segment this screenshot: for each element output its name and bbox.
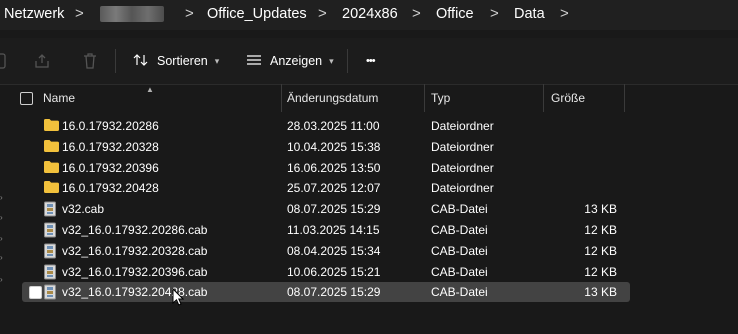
file-name: 16.0.17932.20428 (62, 181, 159, 196)
column-header: ▲ Name Änderungsdatum Typ Größe (0, 84, 738, 112)
file-row[interactable]: 16.0.17932.20428 25.07.2025 12:07 Dateiord… (22, 178, 630, 198)
folder-icon (43, 118, 60, 135)
column-divider[interactable] (281, 84, 282, 112)
file-type: CAB-Datei (431, 285, 488, 300)
breadcrumb-office-updates[interactable]: Office_Updates (207, 6, 307, 22)
file-name: v32_16.0.17932.20396.cab (62, 264, 208, 279)
file-type: Dateiordner (431, 139, 494, 154)
file-row[interactable]: 16.0.17932.20328 10.04.2025 15:38 Dateiord… (22, 137, 630, 157)
chevron-right-icon[interactable]: > (490, 5, 499, 22)
file-name: v32.cab (62, 202, 105, 217)
view-icon (246, 54, 262, 69)
nav-expand-icon[interactable]: › (0, 234, 4, 243)
file-size: 12 KB (584, 243, 617, 258)
view-button[interactable]: Anzeigen ▾ (246, 38, 334, 84)
chevron-right-icon[interactable]: > (75, 5, 84, 22)
column-type[interactable]: Typ (431, 91, 450, 105)
rename-icon[interactable] (0, 52, 8, 73)
file-name: v32_16.0.17932.20328.cab (62, 243, 208, 258)
file-row[interactable]: 16.0.17932.20286 28.03.2025 11:00 Dateiord… (22, 116, 630, 136)
delete-icon[interactable] (81, 52, 99, 73)
file-date: 28.03.2025 11:00 (287, 119, 380, 133)
address-bar: Netzwerk > > Office_Updates > 2024x86 > … (0, 0, 738, 30)
mouse-cursor-icon (172, 287, 185, 310)
select-all-checkbox[interactable] (20, 92, 33, 105)
file-type: CAB-Datei (431, 202, 488, 217)
file-row[interactable]: v32_16.0.17932.20396.cab 10.06.2025 15:21… (22, 262, 630, 282)
nav-expand-icon[interactable]: › (0, 193, 4, 202)
breadcrumb-office[interactable]: Office (436, 6, 474, 22)
file-date: 08.07.2025 15:29 (287, 202, 381, 217)
column-divider[interactable] (624, 84, 625, 112)
more-options-button[interactable]: ••• (366, 38, 376, 84)
chevron-down-icon: ▾ (329, 55, 334, 66)
file-size: 12 KB (584, 264, 617, 279)
command-bar: Sortieren ▾ Anzeigen ▾ ••• (0, 38, 738, 85)
column-size[interactable]: Größe (551, 91, 585, 105)
toolbar-divider (347, 49, 348, 73)
file-name: 16.0.17932.20286 (62, 119, 159, 133)
cab-file-icon (43, 243, 57, 262)
chevron-right-icon[interactable]: > (318, 5, 327, 22)
folder-icon (43, 160, 60, 177)
nav-expand-icon[interactable]: › (0, 275, 4, 284)
file-date: 11.03.2025 14:15 (287, 223, 380, 237)
file-size: 13 KB (584, 202, 617, 217)
column-divider[interactable] (543, 84, 544, 112)
file-type: Dateiordner (431, 160, 494, 175)
view-label: Anzeigen (270, 54, 323, 68)
file-date: 08.04.2025 15:34 (287, 243, 381, 258)
file-size: 12 KB (584, 223, 617, 237)
toolbar-divider (115, 49, 116, 73)
file-date: 16.06.2025 13:50 (287, 160, 381, 175)
sort-label: Sortieren (157, 54, 208, 68)
file-date: 08.07.2025 15:29 (287, 285, 381, 300)
cab-file-icon (43, 264, 57, 283)
breadcrumb-netzwerk[interactable]: Netzwerk (4, 6, 64, 22)
column-divider[interactable] (424, 84, 425, 112)
cab-file-icon (43, 284, 57, 303)
cab-file-icon (43, 222, 57, 241)
file-row[interactable]: 16.0.17932.20396 16.06.2025 13:50 Dateiord… (22, 158, 630, 178)
nav-expand-icon[interactable]: › (0, 253, 4, 262)
file-type: Dateiordner (431, 119, 494, 133)
column-name[interactable]: Name (43, 91, 75, 105)
chevron-right-icon[interactable]: > (412, 5, 421, 22)
folder-icon (43, 180, 60, 197)
file-type: CAB-Datei (431, 243, 488, 258)
file-row[interactable]: v32.cab 08.07.2025 15:29 CAB-Datei 13 KB (22, 199, 630, 219)
file-name: 16.0.17932.20396 (62, 160, 159, 175)
share-icon[interactable] (33, 52, 51, 73)
file-date: 10.06.2025 15:21 (287, 264, 381, 279)
redacted-server-name[interactable] (100, 6, 164, 22)
sort-icon (133, 53, 149, 70)
file-size: 13 KB (584, 285, 617, 300)
breadcrumb-2024x86[interactable]: 2024x86 (342, 6, 398, 22)
file-row[interactable]: v32_16.0.17932.20328.cab 08.04.2025 15:34… (22, 241, 630, 261)
file-name: v32_16.0.17932.20286.cab (62, 223, 208, 237)
chevron-right-icon[interactable]: > (185, 5, 194, 22)
nav-expand-icon[interactable]: › (0, 213, 4, 222)
file-row[interactable]: v32_16.0.17932.20286.cab 11.03.2025 14:15… (22, 220, 630, 240)
column-date[interactable]: Änderungsdatum (287, 91, 378, 105)
file-date: 10.04.2025 15:38 (287, 139, 381, 154)
file-type: CAB-Datei (431, 264, 488, 279)
chevron-down-icon: ▾ (214, 55, 220, 66)
breadcrumb-data[interactable]: Data (514, 6, 545, 22)
file-name: v32_16.0.17932.20428.cab (62, 285, 208, 300)
sort-arrow-icon: ▲ (146, 85, 154, 94)
file-type: Dateiordner (431, 181, 494, 196)
file-type: CAB-Datei (431, 223, 488, 237)
chevron-right-icon[interactable]: > (560, 5, 569, 22)
cab-file-icon (43, 201, 57, 220)
file-row[interactable]: v32_16.0.17932.20428.cab 08.07.2025 15:29… (22, 282, 630, 303)
sort-button[interactable]: Sortieren ▾ (133, 38, 219, 84)
folder-icon (43, 139, 60, 156)
file-date: 25.07.2025 12:07 (287, 181, 381, 196)
row-checkbox[interactable] (29, 286, 42, 300)
file-name: 16.0.17932.20328 (62, 139, 159, 154)
